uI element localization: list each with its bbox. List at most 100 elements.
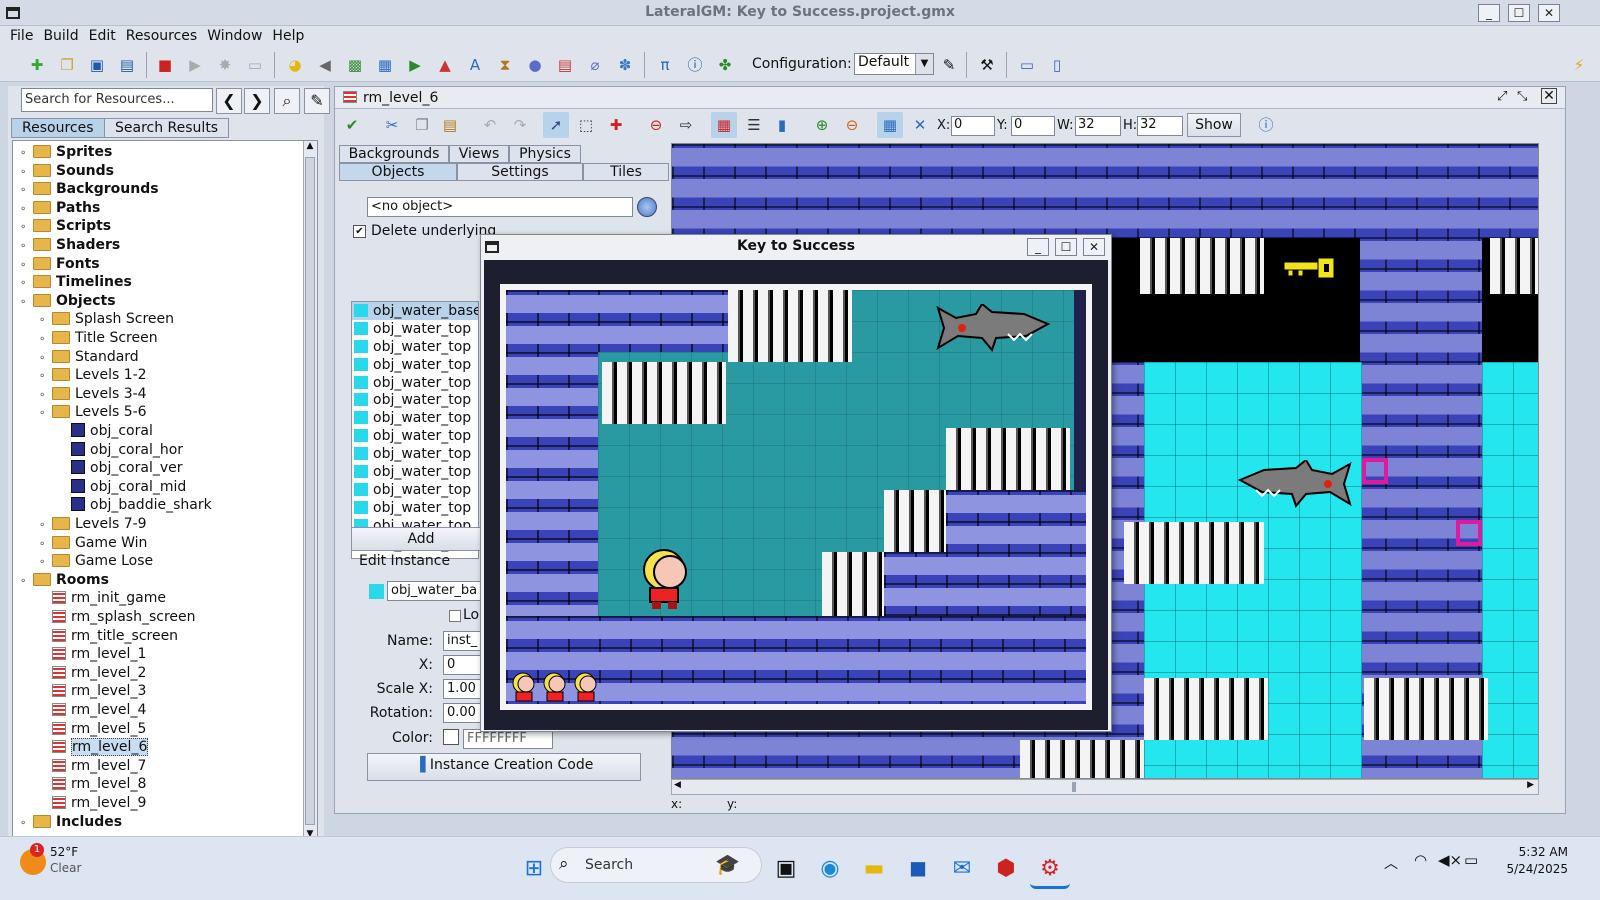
minimize-button[interactable]: _ xyxy=(1478,4,1500,22)
back-icon[interactable]: ❮ xyxy=(216,88,242,114)
instance-list-item[interactable]: obj_water_top xyxy=(352,481,478,499)
sprite-icon[interactable]: ◕ xyxy=(282,52,308,78)
expand-toggle-icon[interactable]: ⚬ xyxy=(19,181,29,200)
expand-toggle-icon[interactable]: ⚬ xyxy=(38,386,48,405)
tree-object[interactable]: obj_coral_ver xyxy=(57,459,182,478)
tree-folder[interactable]: ⚬ Levels 7-9 xyxy=(38,515,147,534)
instance-list-item[interactable]: obj_water_top xyxy=(352,338,478,356)
instance-list-item[interactable]: obj_water_top xyxy=(352,409,478,427)
tree-room[interactable]: rm_level_5 xyxy=(38,720,146,739)
expand-toggle-icon[interactable]: ⚬ xyxy=(19,163,29,182)
tree-folder[interactable]: ⚬ Paths xyxy=(19,199,100,218)
include-icon[interactable]: ⌀ xyxy=(582,52,608,78)
grid-objects-icon[interactable]: ▦ xyxy=(711,112,737,138)
build-icon[interactable]: ▭ xyxy=(242,52,268,78)
restore-icon[interactable]: ⤢ xyxy=(1497,89,1507,104)
marquee-icon[interactable]: ⬚ xyxy=(573,112,599,138)
expand-toggle-icon[interactable]: ⚬ xyxy=(38,311,48,330)
add-button[interactable]: Add xyxy=(351,527,491,551)
game-taskbar-icon[interactable]: ⚙ xyxy=(1030,849,1070,889)
store-icon[interactable]: ◼ xyxy=(898,849,938,889)
scale-x-field[interactable]: 1.00 xyxy=(443,679,483,699)
x-instance-field[interactable]: 0 xyxy=(443,655,483,675)
manual-icon[interactable]: ▯ xyxy=(1044,52,1070,78)
object-select[interactable]: <no object> xyxy=(367,197,633,217)
extensions-puzzle-icon[interactable]: ✤ xyxy=(712,52,738,78)
instance-creation-code-button[interactable]: ▐ Instance Creation Code xyxy=(367,753,641,781)
instance-list-item[interactable]: obj_water_top xyxy=(352,391,478,409)
tree-room[interactable]: rm_level_6 xyxy=(38,738,149,757)
expand-toggle-icon[interactable]: ⚬ xyxy=(38,516,48,535)
wifi-icon[interactable]: ◠ xyxy=(1414,851,1427,869)
scroll-right-icon[interactable]: ▶ xyxy=(1527,780,1534,790)
instance-list-item[interactable]: obj_water_top xyxy=(352,320,478,338)
object-picker-icon[interactable] xyxy=(637,197,657,217)
constants-icon[interactable]: π xyxy=(652,52,678,78)
paint-icon[interactable]: ✚ xyxy=(603,112,629,138)
background-icon[interactable]: ▩ xyxy=(342,52,368,78)
expand-toggle-icon[interactable]: ⚬ xyxy=(38,349,48,368)
copy-icon[interactable]: ❐ xyxy=(409,112,435,138)
edit-icon[interactable]: ✎ xyxy=(304,88,330,114)
task-view-icon[interactable]: ▣ xyxy=(766,849,806,889)
new-file-icon[interactable]: ✚ xyxy=(24,52,50,78)
tree-object[interactable]: obj_baddie_shark xyxy=(57,496,212,515)
paste-icon[interactable]: ▤ xyxy=(437,112,463,138)
search-input[interactable]: Search for Resources... xyxy=(21,88,213,112)
color-swatch[interactable] xyxy=(443,729,459,745)
clock-date[interactable]: 5/24/2025 xyxy=(1490,862,1568,876)
instance-list-item[interactable]: obj_water_top xyxy=(352,463,478,481)
expand-toggle-icon[interactable]: ⚬ xyxy=(19,237,29,256)
delete-all-icon[interactable]: ⊖ xyxy=(643,112,669,138)
tab-backgrounds[interactable]: Backgrounds xyxy=(339,145,449,163)
grid-icon[interactable]: ▦ xyxy=(877,112,903,138)
font-icon[interactable]: A xyxy=(462,52,488,78)
scroll-left-icon[interactable]: ◀ xyxy=(674,780,681,790)
find-icon[interactable]: ⌕ xyxy=(274,88,300,114)
tree-room[interactable]: rm_level_7 xyxy=(38,757,146,776)
tree-folder[interactable]: ⚬ Includes xyxy=(19,813,122,832)
tree-folder[interactable]: ⚬ Game Win xyxy=(38,534,147,553)
menu-resources[interactable]: Resources xyxy=(121,26,203,46)
expand-toggle-icon[interactable]: ⚬ xyxy=(19,293,29,312)
expand-toggle-icon[interactable]: ⚬ xyxy=(19,218,29,237)
shift-icon[interactable]: ⇨ xyxy=(673,112,699,138)
file-explorer-icon[interactable]: ▬ xyxy=(854,849,894,889)
taskbar-search[interactable]: ⌕ Search 🎓 xyxy=(550,847,762,883)
tree-folder[interactable]: ⚬ Title Screen xyxy=(38,329,158,348)
tree-folder[interactable]: ⚬ Objects xyxy=(19,292,116,311)
tree-scroll-thumb[interactable] xyxy=(305,157,315,825)
resource-tree[interactable]: ⚬ Sprites ⚬ Sounds ⚬ Backgrounds ⚬ Paths ⚬ Script… xyxy=(12,140,318,844)
sound-icon[interactable]: ◀ xyxy=(312,52,338,78)
windows-start-icon[interactable]: ⊞ xyxy=(514,849,554,889)
save-as-icon[interactable]: ▤ xyxy=(114,52,140,78)
clock-time[interactable]: 5:32 AM xyxy=(1508,845,1568,859)
lightning-icon[interactable]: ⚡ xyxy=(1566,52,1592,78)
run-icon[interactable]: ▶ xyxy=(182,52,208,78)
maximize-button[interactable]: ☐ xyxy=(1508,4,1530,22)
expand-toggle-icon[interactable]: ⚬ xyxy=(19,256,29,275)
tree-folder[interactable]: ⚬ Levels 1-2 xyxy=(38,366,147,385)
tree-folder[interactable]: ⚬ Backgrounds xyxy=(19,180,159,199)
close-button[interactable]: ✕ xyxy=(1538,4,1560,22)
maximize-icon[interactable]: ⤡ xyxy=(1517,89,1527,104)
game-close-button[interactable]: ✕ xyxy=(1083,238,1105,256)
y-field[interactable]: 0 xyxy=(1011,116,1055,136)
battery-icon[interactable]: ▭ xyxy=(1464,851,1478,869)
canvas-hscrollbar[interactable]: ◀ ▶ xyxy=(671,779,1539,795)
path-icon[interactable]: ▦ xyxy=(372,52,398,78)
open-folder-icon[interactable]: ❐ xyxy=(54,52,80,78)
outlook-icon[interactable]: ✉ xyxy=(942,849,982,889)
chevron-up-icon[interactable]: ︿ xyxy=(1384,853,1398,873)
window-icon[interactable]: ▭ xyxy=(1014,52,1040,78)
show-button[interactable]: Show xyxy=(1187,113,1241,137)
tiles-icon[interactable]: ▮ xyxy=(769,112,795,138)
tab-tiles[interactable]: Tiles xyxy=(583,163,669,181)
game-info-icon[interactable]: ⓘ xyxy=(682,52,708,78)
tree-folder[interactable]: ⚬ Levels 5-6 xyxy=(38,403,147,422)
w-field[interactable]: 32 xyxy=(1075,116,1121,136)
timeline-icon[interactable]: ⧗ xyxy=(492,52,518,78)
tree-folder[interactable]: ⚬ Shaders xyxy=(19,236,120,255)
game-window[interactable]: Key to Success _ ☐ ✕ xyxy=(480,234,1112,732)
edge-icon[interactable]: ◉ xyxy=(810,849,850,889)
